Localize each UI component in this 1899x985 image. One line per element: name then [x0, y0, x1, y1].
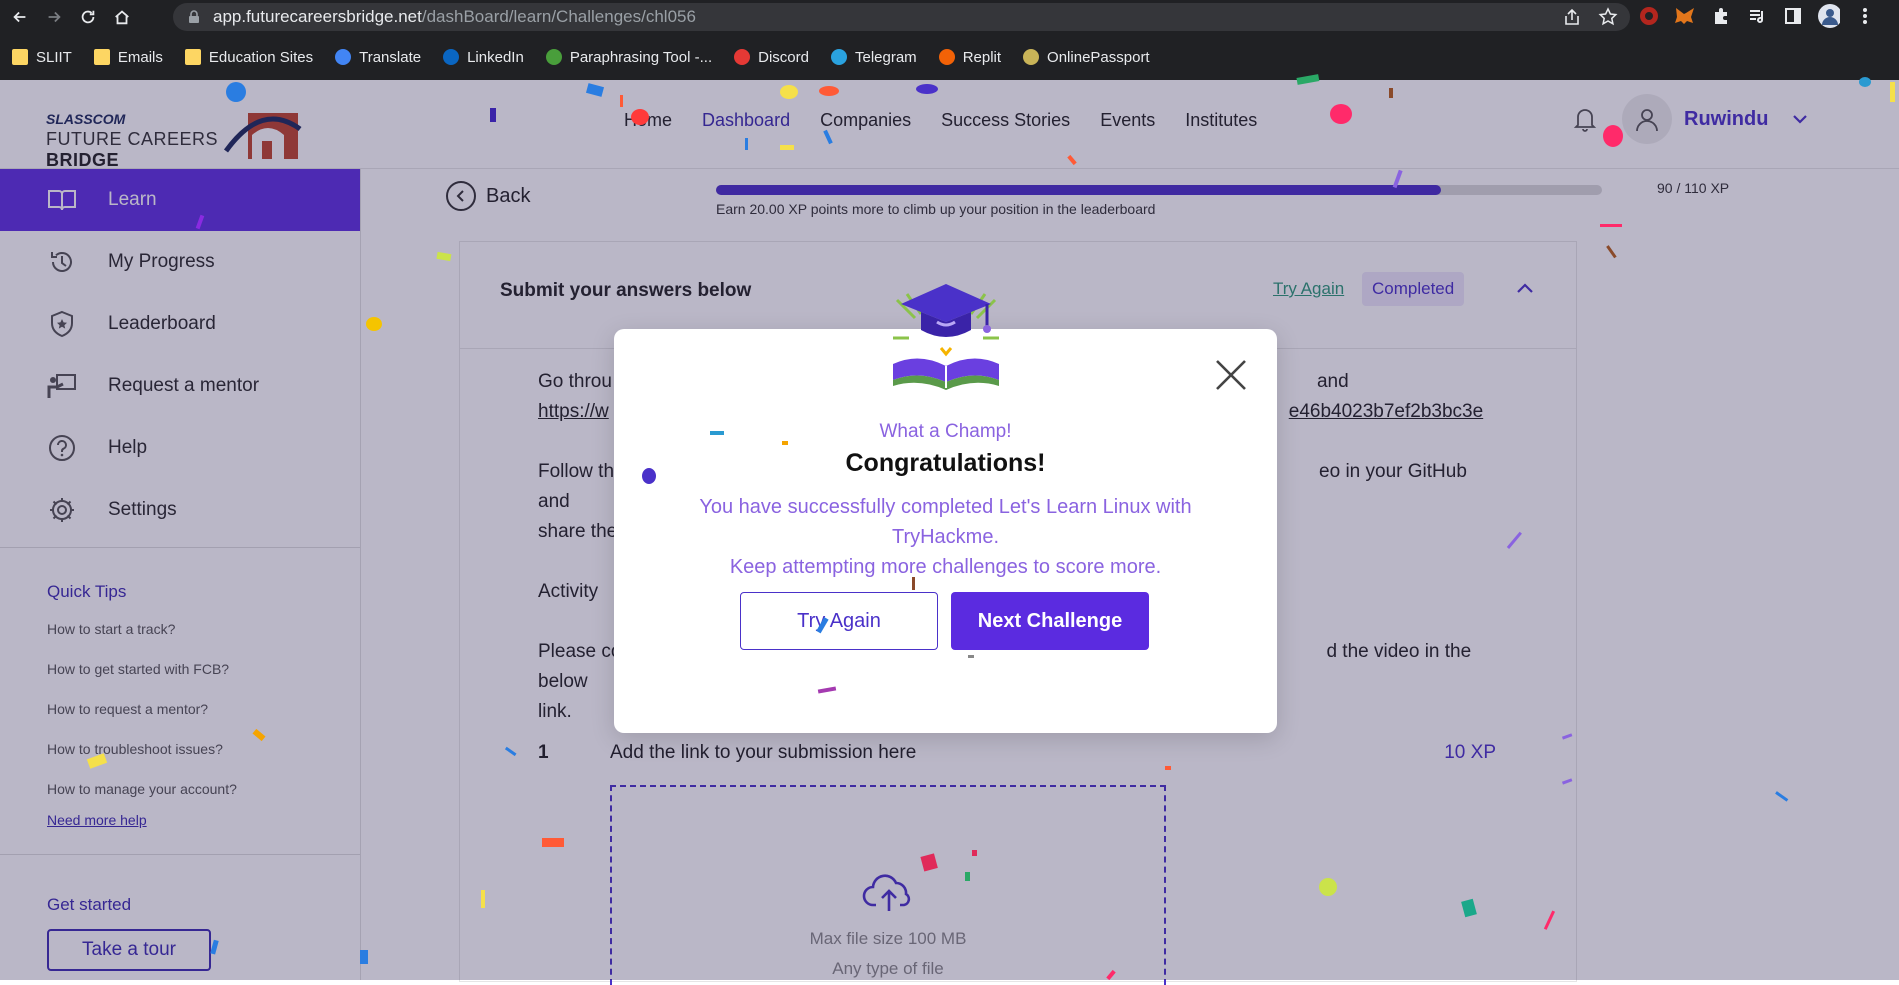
bookmark-item[interactable]: Translate — [335, 49, 421, 66]
metamask-icon[interactable] — [1674, 5, 1696, 27]
url-text: app.futurecareersbridge.net/dashBoard/le… — [213, 7, 696, 27]
modal-subtitle: What a Champ! — [879, 421, 1012, 442]
modal-title: Congratulations! — [845, 449, 1046, 477]
folder-icon — [93, 49, 110, 65]
sidepanel-icon[interactable] — [1782, 5, 1804, 27]
back-arrow-icon[interactable] — [6, 3, 34, 31]
star-icon[interactable] — [1598, 7, 1618, 27]
bookmark-item[interactable]: Discord — [734, 49, 809, 66]
modal-message-line2: Keep attempting more challenges to score… — [729, 556, 1162, 578]
bookmark-label: LinkedIn — [467, 48, 524, 66]
bookmark-item[interactable]: Education Sites — [184, 48, 314, 66]
folder-icon — [184, 49, 201, 65]
close-icon[interactable] — [1213, 357, 1249, 393]
bookmark-label: Telegram — [854, 48, 917, 66]
bookmark-item[interactable]: Replit — [938, 48, 1002, 66]
quillbot-icon — [545, 49, 562, 65]
replit-icon — [938, 49, 955, 65]
bookmark-label: Replit — [962, 48, 1002, 66]
bookmark-item[interactable]: SLIIT — [12, 49, 72, 66]
try-again-button[interactable]: Try Again — [740, 592, 938, 650]
discord-icon — [734, 49, 751, 65]
bookmark-item[interactable]: Emails — [93, 48, 163, 66]
url-host: app.futurecareersbridge.net — [213, 7, 422, 26]
bookmark-item[interactable]: Telegram — [830, 48, 917, 66]
profile-avatar-icon[interactable] — [1818, 4, 1840, 28]
lock-icon — [189, 10, 199, 23]
bookmark-label: Emails — [117, 48, 163, 66]
extension-badge-icon[interactable] — [1638, 5, 1660, 27]
graduation-cap-book-icon — [893, 284, 999, 390]
linkedin-icon — [443, 49, 460, 65]
bookmark-item[interactable]: OnlinePassport — [1023, 49, 1150, 66]
bookmark-item[interactable]: Paraphrasing Tool -... — [545, 48, 713, 66]
modal-message: You have successfully completed Let's Le… — [644, 492, 1247, 582]
puzzle-icon[interactable] — [1710, 5, 1732, 27]
bookmark-label: Translate — [359, 48, 422, 66]
folder-icon — [12, 49, 28, 65]
bookmark-label: Paraphrasing Tool -... — [569, 48, 713, 66]
url-path: /dashBoard/learn/Challenges/chl056 — [421, 7, 696, 26]
bookmark-label: OnlinePassport — [1047, 48, 1150, 66]
menu-dots-icon[interactable] — [1854, 5, 1876, 27]
browser-toolbar: app.futurecareersbridge.net/dashBoard/le… — [0, 0, 1899, 34]
media-icon[interactable] — [1746, 5, 1768, 27]
passport-icon — [1023, 49, 1040, 65]
bookmarks-bar: SLIIT Emails Education Sites Translate Linke… — [0, 34, 1899, 81]
share-icon[interactable] — [1562, 7, 1582, 27]
bookmark-item[interactable]: LinkedIn — [443, 49, 524, 66]
address-bar[interactable]: app.futurecareersbridge.net/dashBoard/le… — [173, 3, 1630, 31]
next-challenge-button[interactable]: Next Challenge — [951, 592, 1149, 650]
bookmark-label: SLIIT — [36, 48, 72, 66]
reload-icon[interactable] — [74, 3, 102, 31]
translate-icon — [335, 49, 352, 65]
forward-arrow-icon[interactable] — [40, 3, 68, 31]
bookmark-label: Education Sites — [208, 48, 314, 66]
bookmark-label: Discord — [758, 48, 809, 66]
telegram-icon — [830, 49, 847, 65]
home-icon[interactable] — [108, 3, 136, 31]
modal-message-line1: You have successfully completed Let's Le… — [699, 496, 1192, 548]
